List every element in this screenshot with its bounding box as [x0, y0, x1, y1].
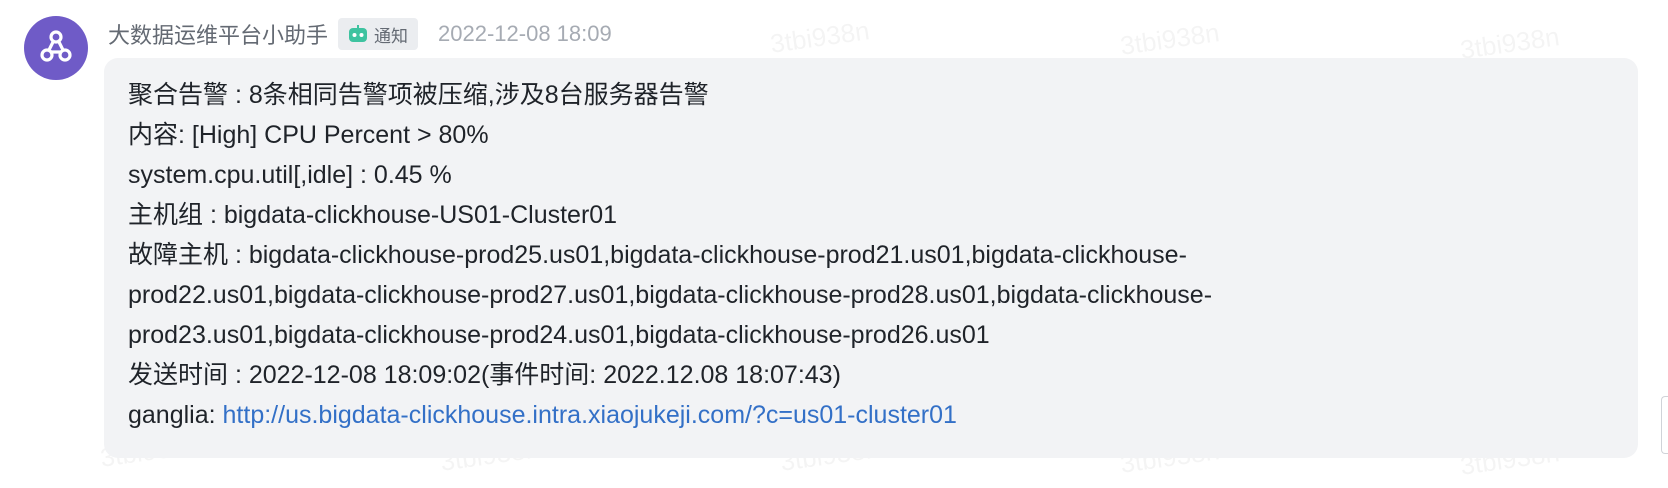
message-bubble[interactable]: 聚合告警 : 8条相同告警项被压缩,涉及8台服务器告警 内容: [High] C…: [104, 58, 1638, 458]
notification-badge: 通知: [338, 18, 419, 50]
watermark-text: 3tbi938n: [768, 15, 871, 60]
ganglia-link[interactable]: http://us.bigdata-clickhouse.intra.xiaoj…: [223, 401, 957, 429]
host-group-line: 主机组 : bigdata-clickhouse-US01-Cluster01: [128, 201, 618, 229]
watermark-text: 3tbi938n: [1118, 17, 1221, 62]
send-time-line: 发送时间 : 2022-12-08 18:09:02(事件时间: 2022.12…: [128, 361, 841, 389]
faulty-hosts-line: 故障主机 : bigdata-clickhouse-prod25.us01,bi…: [128, 241, 1187, 269]
ganglia-label: ganglia:: [128, 401, 223, 429]
badge-label: 通知: [374, 26, 409, 47]
content-line: 内容: [High] CPU Percent > 80%: [128, 121, 489, 149]
aggregate-alert-line: 聚合告警 : 8条相同告警项被压缩,涉及8台服务器告警: [128, 81, 709, 109]
message-timestamp: 2022-12-08 18:09: [438, 21, 612, 46]
webhook-icon: [36, 28, 76, 68]
bot-avatar[interactable]: [24, 16, 88, 80]
ganglia-line: ganglia: http://us.bigdata-clickhouse.in…: [128, 395, 1614, 435]
scroll-handle[interactable]: [1661, 396, 1668, 454]
faulty-hosts-line: prod22.us01,bigdata-clickhouse-prod27.us…: [128, 281, 1213, 309]
faulty-hosts-line: prod23.us01,bigdata-clickhouse-prod24.us…: [128, 321, 990, 349]
robot-icon: [348, 25, 368, 43]
metric-line: system.cpu.util[,idle] : 0.45 %: [128, 161, 452, 189]
sender-name[interactable]: 大数据运维平台小助手: [108, 18, 328, 50]
message-header: 大数据运维平台小助手 通知 2022-12-08 18:09: [108, 16, 612, 52]
